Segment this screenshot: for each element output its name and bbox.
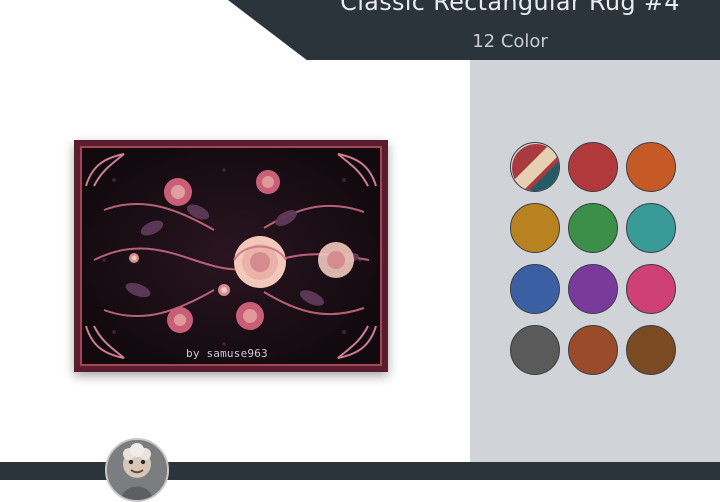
page: Classic Rectangular Rug #4 12 Color by s…: [0, 0, 720, 502]
swatch-blue[interactable]: [510, 264, 560, 314]
multi-swatch-icon: [512, 144, 559, 191]
swatch-grid: [510, 142, 680, 382]
rug-preview: [74, 140, 388, 372]
rug-image: [74, 140, 388, 372]
swatch-multi[interactable]: [510, 142, 560, 192]
swatch-brown[interactable]: [626, 325, 676, 375]
swatch-purple[interactable]: [568, 264, 618, 314]
swatch-gray[interactable]: [510, 325, 560, 375]
swatch-green[interactable]: [568, 203, 618, 253]
swatch-red[interactable]: [568, 142, 618, 192]
swatch-orange[interactable]: [626, 142, 676, 192]
swatch-mustard[interactable]: [510, 203, 560, 253]
page-subtitle: 12 Color: [472, 31, 548, 52]
swatch-rust[interactable]: [568, 325, 618, 375]
rug-credit: by samuse963: [186, 347, 268, 360]
creator-avatar: [105, 438, 169, 502]
page-title: Classic Rectangular Rug #4: [340, 0, 680, 16]
swatch-pink[interactable]: [626, 264, 676, 314]
avatar-icon: [107, 440, 167, 500]
swatch-teal[interactable]: [626, 203, 676, 253]
